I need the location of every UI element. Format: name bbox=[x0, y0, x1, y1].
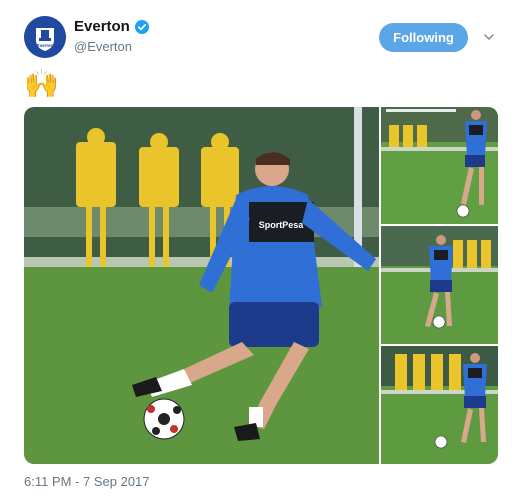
following-button[interactable]: Following bbox=[379, 23, 468, 52]
handle[interactable]: @Everton bbox=[74, 39, 149, 54]
tweet-text: 🙌 bbox=[24, 68, 59, 99]
thumbnail-photo-1[interactable] bbox=[381, 107, 498, 224]
everton-crest-icon: Everton bbox=[24, 16, 66, 58]
main-photo[interactable]: SportPesa bbox=[24, 107, 379, 464]
chevron-down-icon[interactable] bbox=[484, 32, 494, 42]
account-info: Everton @Everton bbox=[74, 18, 149, 54]
display-name[interactable]: Everton bbox=[74, 18, 130, 35]
thumbnail-photo-3[interactable] bbox=[381, 346, 498, 464]
sponsor-text: SportPesa bbox=[259, 220, 305, 230]
thumbnail-photo-2[interactable] bbox=[381, 226, 498, 344]
avatar-text: Everton bbox=[37, 43, 54, 48]
verified-badge-icon bbox=[134, 19, 149, 34]
tweet-timestamp[interactable]: 6:11 PM - 7 Sep 2017 bbox=[24, 474, 150, 489]
media-grid: SportPesa bbox=[24, 107, 498, 464]
avatar[interactable]: Everton bbox=[24, 16, 66, 58]
